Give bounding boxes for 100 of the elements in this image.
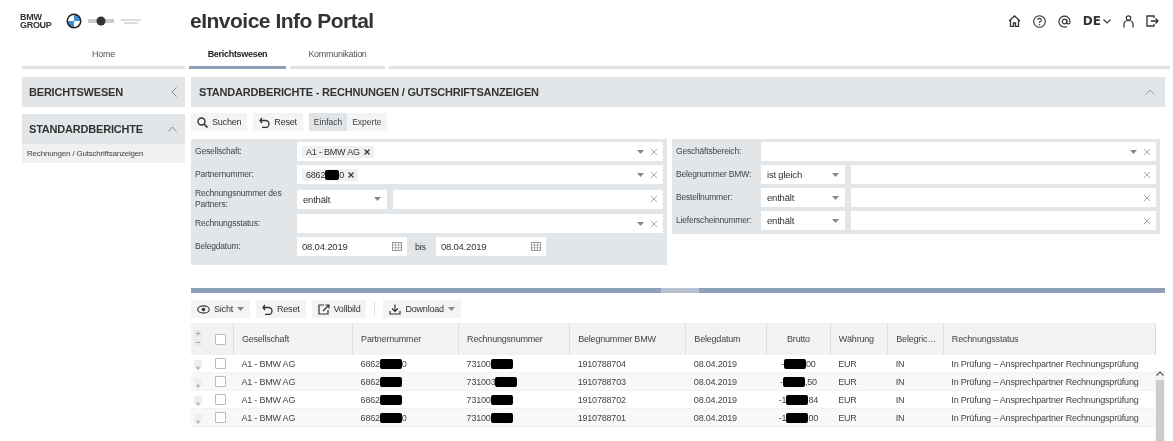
multiselect-field[interactable]: A1 - BMW AG: [297, 142, 663, 161]
toolbar-button[interactable]: Sicht: [191, 300, 250, 318]
input-field[interactable]: [393, 189, 663, 209]
table-cell: -: [781, 358, 785, 369]
splitter-handle[interactable]: [661, 288, 699, 293]
roundel-logo-icon: [65, 13, 82, 29]
column-header[interactable]: Belegnummer BMW: [569, 323, 686, 355]
select-field[interactable]: [761, 142, 1156, 161]
row-expand-toggle[interactable]: [194, 360, 202, 369]
table-cell: 0: [401, 412, 407, 423]
redaction-mark: [490, 412, 513, 423]
calendar-icon: [392, 242, 402, 251]
row-checkbox[interactable]: [215, 358, 227, 370]
token-text: 6862: [306, 169, 326, 180]
toolbar-button[interactable]: Suchen: [191, 113, 248, 131]
caret-icon: [832, 195, 839, 200]
help-icon[interactable]: [1032, 14, 1046, 28]
redaction-mark: [379, 376, 402, 387]
scrollbar[interactable]: [1155, 371, 1165, 441]
column-header[interactable]: Gesellschaft: [233, 323, 353, 355]
table-cell: 73100: [466, 412, 491, 423]
sidebar-section[interactable]: BERICHTSWESEN: [22, 77, 185, 107]
caret-icon: [637, 149, 644, 154]
email-icon[interactable]: [1057, 14, 1071, 28]
field-label: Gesellschaft:: [195, 146, 243, 157]
table-cell: EUR: [830, 355, 888, 373]
table-cell: 6862: [360, 394, 380, 405]
row-checkbox[interactable]: [215, 376, 227, 388]
calendar-icon: [530, 242, 541, 251]
table-cell: 73100: [466, 358, 491, 369]
row-checkbox[interactable]: [215, 394, 227, 406]
mode-toggle[interactable]: Einfach: [308, 113, 348, 131]
input-field[interactable]: [851, 211, 1156, 230]
field-label: Belegnummer BMW:: [676, 169, 753, 180]
table-cell: -1: [778, 394, 787, 405]
column-header[interactable]: Rechnungsstatus: [943, 323, 1156, 355]
row-checkbox[interactable]: [215, 412, 227, 424]
column-header[interactable]: Belegdatum: [685, 323, 767, 355]
select-all-checkbox[interactable]: [215, 333, 227, 345]
remove-icon: [363, 148, 370, 155]
column-header[interactable]: Rechnungsnummer: [458, 323, 570, 355]
operator-dropdown[interactable]: enthält: [761, 188, 845, 207]
multiselect-field[interactable]: 6862 0: [297, 165, 663, 184]
sidebar-section[interactable]: STANDARDBERICHTE: [22, 114, 185, 144]
table-cell: EUR: [830, 390, 888, 409]
mode-toggle[interactable]: Experte: [347, 113, 387, 131]
chevron-up-icon: [1156, 371, 1164, 376]
toolbar-button[interactable]: Reset: [256, 300, 306, 318]
row-expand-toggle[interactable]: [194, 396, 202, 405]
column-header[interactable]: Währung: [830, 323, 888, 355]
token-chip[interactable]: A1 - BMW AG: [302, 145, 374, 158]
remove-icon: [348, 171, 355, 178]
field-label: Rechnungsnummer des Partners:: [195, 188, 283, 210]
select-field[interactable]: [297, 214, 663, 233]
table-cell: 6862: [360, 358, 380, 369]
clear-icon: [1143, 216, 1151, 225]
clear-icon: [1143, 193, 1151, 202]
field-label: Rechnungsstatus:: [195, 218, 261, 229]
chevron-up-icon: [1145, 89, 1155, 95]
operator-dropdown[interactable]: ist gleich: [761, 165, 845, 184]
brand-logo: BMW GROUP: [20, 13, 52, 29]
input-field[interactable]: [851, 165, 1156, 184]
nav-tab[interactable]: Berichtswesen: [189, 48, 286, 69]
fullscreen-icon: [317, 303, 330, 315]
caret-icon: [374, 197, 381, 201]
table-cell: IN: [887, 390, 944, 409]
logout-icon[interactable]: [1146, 15, 1159, 27]
redaction-mark: [325, 169, 340, 180]
input-field[interactable]: [851, 188, 1156, 207]
nav-tab[interactable]: Home: [22, 48, 185, 69]
column-header[interactable]: Partnernummer: [352, 323, 459, 355]
redaction-mark: [379, 412, 402, 423]
caret-icon: [832, 172, 839, 177]
home-icon[interactable]: [1007, 15, 1021, 27]
chevron-down-icon: [1103, 18, 1111, 24]
nav-tab[interactable]: Kommunikation: [290, 48, 385, 69]
caret-icon: [1130, 149, 1137, 154]
table-cell: 0: [401, 358, 407, 369]
token-chip[interactable]: 6862 0: [302, 168, 359, 181]
table-cell: 00: [806, 358, 816, 369]
sidebar-item[interactable]: Rechnungen / Gutschriftsanzeigen: [22, 144, 185, 163]
column-header[interactable]: Brutto: [766, 323, 831, 355]
plus-icon: [194, 418, 202, 427]
language-selector[interactable]: DE: [1082, 14, 1111, 28]
redaction-mark: [379, 394, 402, 405]
user-icon[interactable]: [1123, 14, 1134, 28]
operator-dropdown[interactable]: enthält: [297, 189, 387, 209]
row-expand-toggle[interactable]: [194, 414, 202, 423]
row-expand-toggle[interactable]: [194, 378, 202, 387]
column-header[interactable]: Belegric…: [887, 323, 944, 355]
token-text: A1 - BMW AG: [306, 146, 360, 157]
toolbar-button[interactable]: Vollbild: [311, 300, 367, 318]
expand-all-icon[interactable]: [194, 330, 202, 346]
table-cell: 6862: [360, 412, 380, 423]
date-field[interactable]: 08.04.2019: [297, 237, 407, 256]
date-field[interactable]: 08.04.2019: [435, 237, 546, 256]
toolbar-button[interactable]: Reset: [253, 113, 303, 131]
toolbar-button[interactable]: Download: [383, 300, 461, 318]
operator-dropdown[interactable]: enthält: [761, 211, 845, 230]
token-text: 0: [339, 169, 345, 180]
